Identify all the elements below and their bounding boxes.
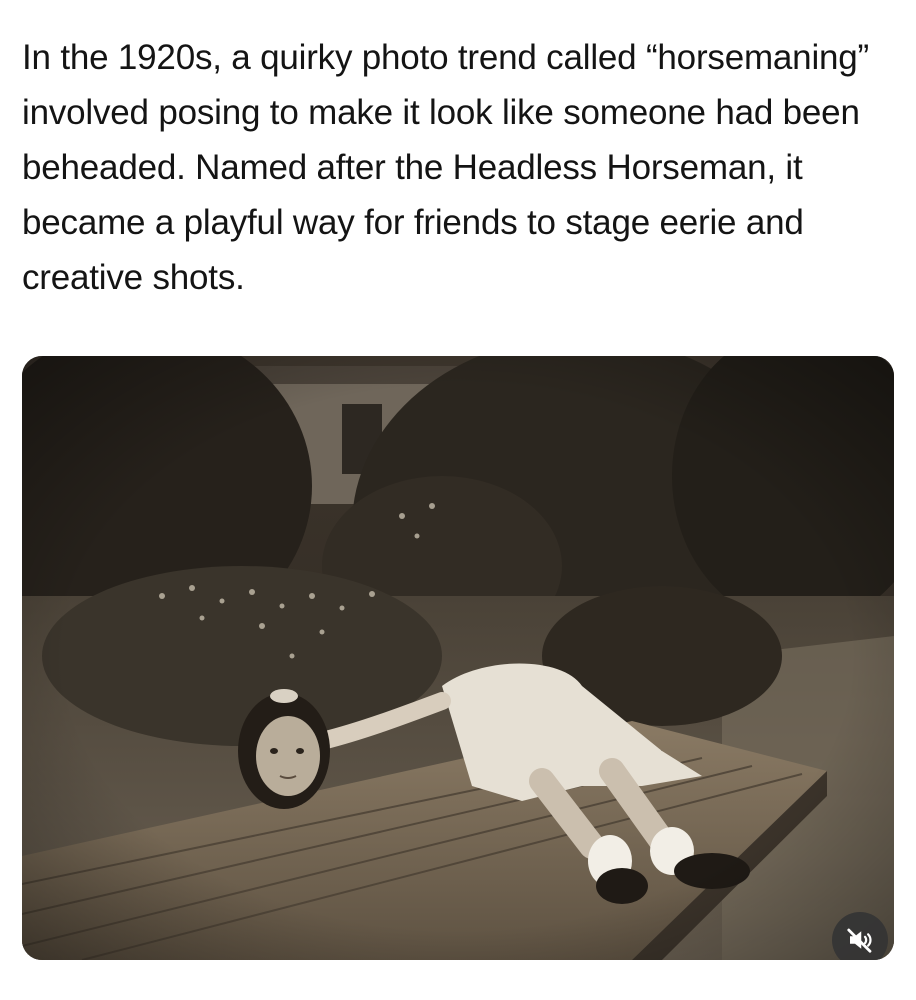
mute-button[interactable] [832, 912, 888, 960]
post-caption: In the 1920s, a quirky photo trend calle… [22, 38, 870, 297]
post-media[interactable] [22, 356, 894, 960]
speaker-muted-icon [847, 928, 872, 953]
horsemaning-photo [22, 356, 894, 960]
